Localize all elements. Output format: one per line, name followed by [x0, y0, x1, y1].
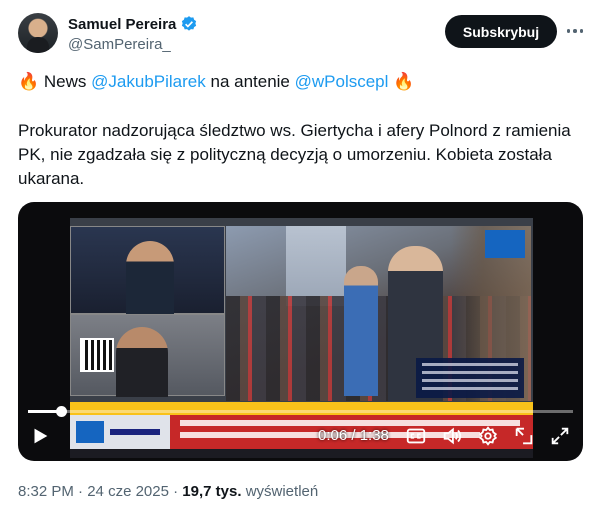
video-frame[interactable] — [70, 218, 533, 458]
separator: · — [173, 483, 179, 500]
fullscreen-icon[interactable] — [548, 424, 572, 448]
author-handle[interactable]: @SamPereira_ — [68, 36, 171, 53]
ticker-yellow — [70, 402, 533, 415]
tweet-body: Prokurator nadzorująca śledztwo ws. Gier… — [18, 121, 571, 188]
avatar[interactable] — [18, 13, 58, 53]
info-box — [416, 358, 524, 398]
separator: · — [78, 483, 84, 500]
views-count: 19,7 tys. — [182, 483, 242, 500]
mention-link-jakubpilarek[interactable]: @JakubPilarek — [91, 72, 206, 91]
tweet-first-line: 🔥 News @JakubPilarek na antenie @wPolsce… — [18, 71, 414, 93]
ellipsis-icon[interactable] — [562, 19, 588, 43]
author-name[interactable]: Samuel Pereira — [68, 16, 176, 33]
time-display: 0:06 / 1:38 — [318, 427, 389, 444]
video-controls: 0:06 / 1:38 — [18, 424, 583, 454]
play-icon[interactable] — [28, 424, 52, 448]
volume-icon[interactable] — [440, 424, 464, 448]
verified-badge-icon — [182, 16, 197, 31]
mention-link-wpolscepl[interactable]: @wPolscepl — [295, 72, 389, 91]
pip-icon[interactable] — [512, 424, 536, 448]
channel-logo — [485, 230, 525, 258]
fire-emoji: 🔥 — [393, 72, 415, 91]
tweet-time[interactable]: 8:32 PM — [18, 483, 74, 500]
tweet-date[interactable]: 24 cze 2025 — [87, 483, 169, 500]
text-news: News — [43, 72, 87, 91]
author-name-row[interactable]: Samuel Pereira — [68, 15, 198, 33]
text-na-antenie: na antenie — [210, 72, 290, 91]
video-progress-bar[interactable] — [28, 406, 573, 417]
video-player[interactable]: 0:06 / 1:38 — [18, 202, 583, 461]
studio-window — [70, 226, 225, 315]
qr-code — [80, 338, 114, 372]
progress-knob[interactable] — [56, 406, 67, 417]
tweet-metadata: 8:32 PM · 24 cze 2025 · 19,7 tys. wyświe… — [18, 483, 318, 500]
fire-emoji: 🔥 — [18, 72, 40, 91]
subscribe-button[interactable]: Subskrybuj — [445, 15, 557, 48]
views-label: wyświetleń — [245, 483, 319, 500]
captions-icon[interactable] — [404, 424, 428, 448]
settings-icon[interactable] — [476, 424, 500, 448]
